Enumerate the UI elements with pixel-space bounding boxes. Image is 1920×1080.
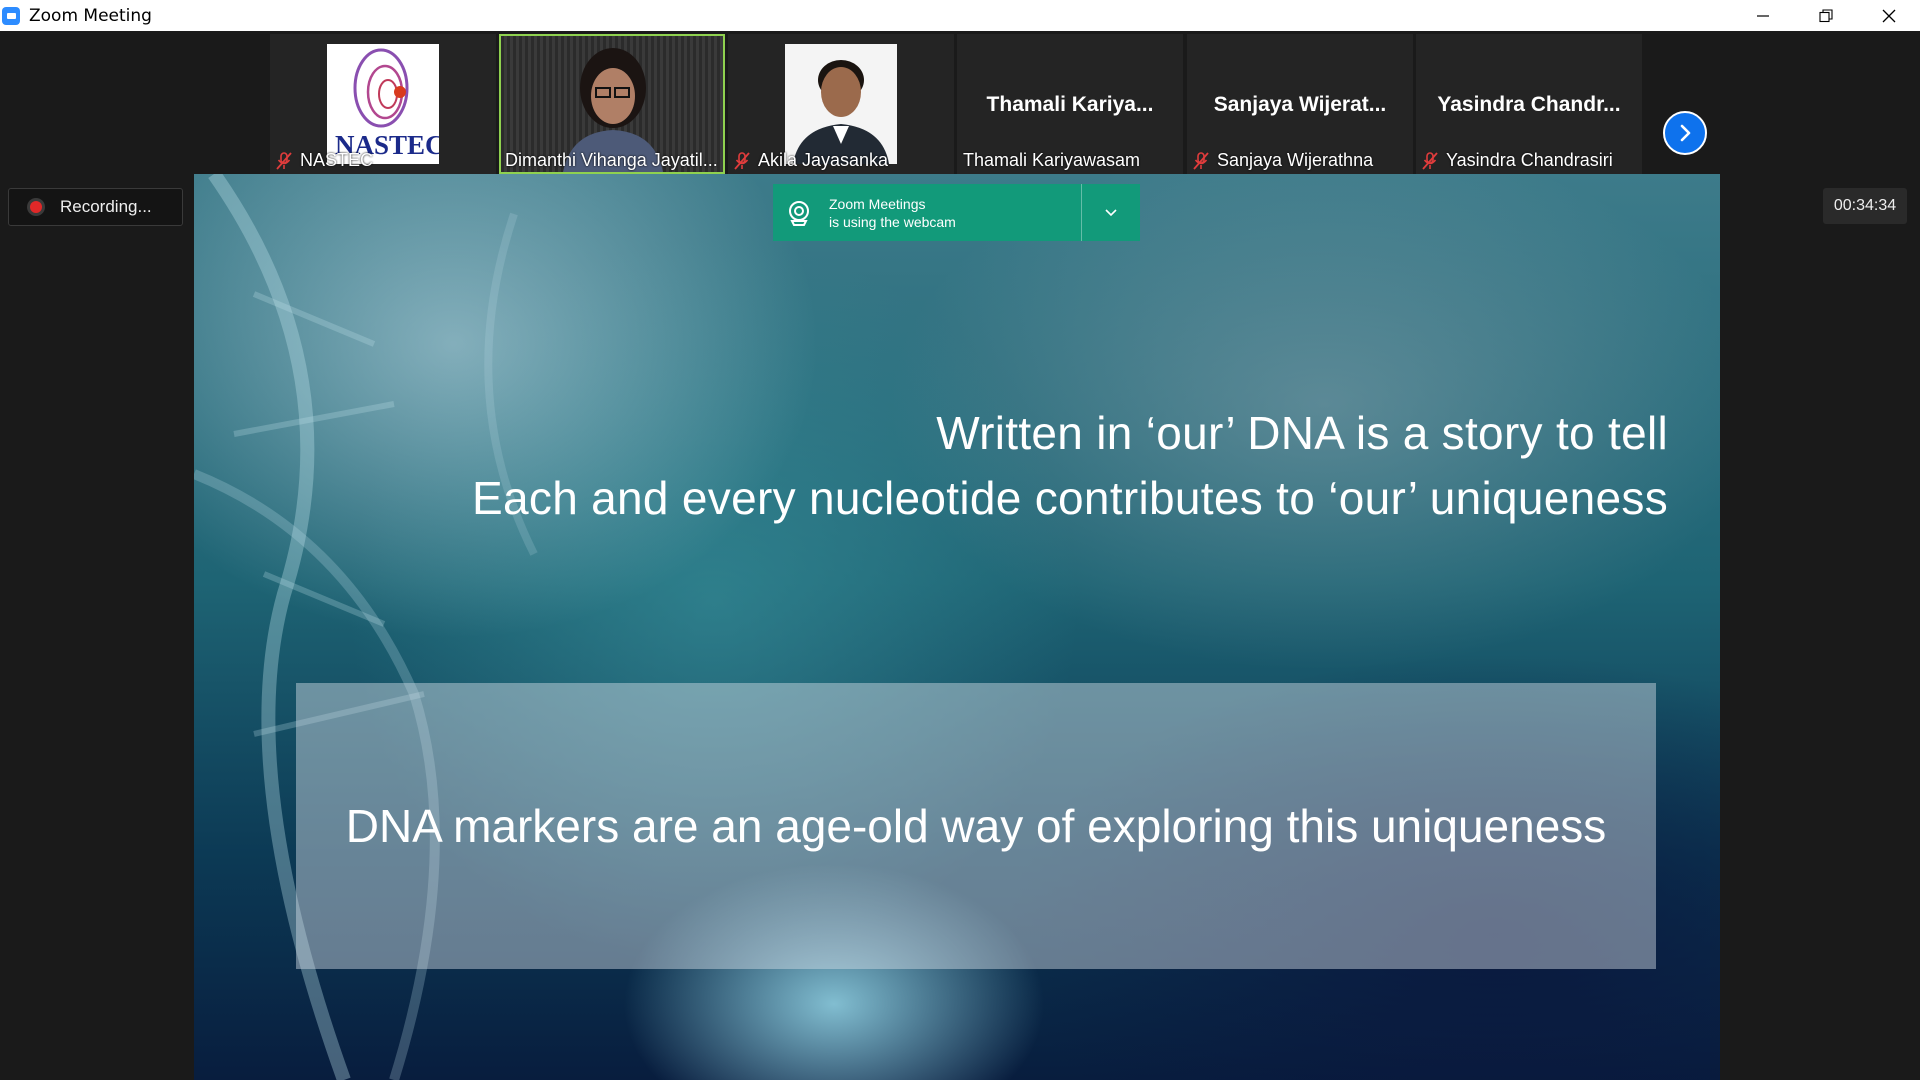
webcam-notification[interactable]: Zoom Meetings is using the webcam	[773, 184, 1140, 241]
notification-line-1: Zoom Meetings	[829, 195, 926, 212]
participant-name-label: Akila Jayasanka	[734, 150, 888, 171]
recording-dot-icon	[30, 201, 42, 213]
slide-highlight-box: DNA markers are an age-old way of explor…	[296, 683, 1656, 969]
participant-name-label: Yasindra Chandrasiri	[1422, 150, 1613, 171]
shared-screen-slide: Written in ‘our’ DNA is a story to tell …	[194, 174, 1720, 1080]
slide-heading-line-2: Each and every nucleotide contributes to…	[472, 472, 1668, 524]
microphone-muted-icon	[1422, 151, 1438, 170]
minimize-icon	[1756, 14, 1769, 17]
participant-name-label: Sanjaya Wijerathna	[1193, 150, 1373, 171]
notification-dropdown-button[interactable]	[1082, 184, 1140, 241]
participant-tile-active-speaker[interactable]: Dimanthi Vihanga Jayatil...	[499, 34, 725, 174]
nastec-logo: NASTEC	[327, 44, 439, 164]
chevron-down-icon	[1105, 208, 1117, 216]
participant-tile-yasindra[interactable]: Yasindra Chandr... Yasindra Chandrasiri	[1416, 34, 1642, 174]
microphone-muted-icon	[1193, 151, 1209, 170]
participant-name-label: NASTEC	[276, 150, 373, 171]
zoom-app-icon	[2, 6, 20, 25]
close-icon	[1882, 9, 1895, 22]
webcam-icon	[789, 200, 809, 226]
restore-button[interactable]	[1794, 0, 1857, 31]
participant-tile-name: Yasindra Chandr...	[1437, 93, 1621, 116]
slide-box-text: DNA markers are an age-old way of explor…	[345, 800, 1607, 852]
window-controls	[1731, 0, 1920, 31]
microphone-muted-icon	[734, 151, 750, 170]
participant-name-label: Thamali Kariyawasam	[963, 150, 1141, 170]
restore-icon	[1818, 8, 1833, 22]
participant-tile-name: Thamali Kariya...	[986, 93, 1154, 116]
window-titlebar: Zoom Meeting	[0, 0, 1920, 31]
participant-tile-name: Sanjaya Wijerat...	[1213, 93, 1387, 116]
participant-tile-akila[interactable]: Akila Jayasanka	[728, 34, 954, 174]
recording-label: Recording...	[60, 197, 152, 216]
participant-name-label: Dimanthi Vihanga Jayatil...	[505, 150, 718, 170]
notification-line-2: is using the webcam	[829, 213, 956, 230]
participant-strip: NASTEC NASTEC Dimanthi Vihanga Jayatil..…	[0, 31, 1920, 174]
window-title: Zoom Meeting	[29, 5, 152, 26]
minimize-button[interactable]	[1731, 0, 1794, 31]
chevron-right-icon	[1680, 124, 1691, 142]
close-button[interactable]	[1857, 0, 1920, 31]
webcam-notification-text: Zoom Meetings is using the webcam	[829, 195, 1081, 231]
meeting-timer: 00:34:34	[1823, 188, 1907, 224]
recording-indicator[interactable]: Recording...	[8, 188, 183, 226]
microphone-muted-icon	[276, 151, 292, 170]
slide-heading-line-1: Written in ‘our’ DNA is a story to tell	[936, 407, 1668, 459]
participant-tile-sanjaya[interactable]: Sanjaya Wijerat... Sanjaya Wijerathna	[1187, 34, 1413, 174]
participant-tile-thamali[interactable]: Thamali Kariya... Thamali Kariyawasam	[957, 34, 1183, 174]
participant-tile-nastec[interactable]: NASTEC NASTEC	[270, 34, 496, 174]
next-participants-button[interactable]	[1663, 111, 1707, 155]
participant-photo	[785, 44, 897, 164]
